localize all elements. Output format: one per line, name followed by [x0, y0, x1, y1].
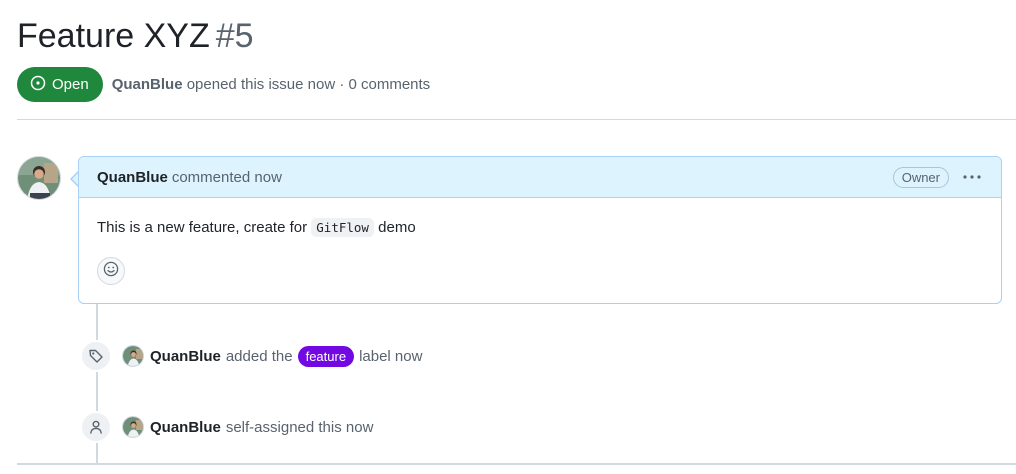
kebab-menu-icon[interactable] — [961, 169, 983, 185]
inline-code: GitFlow — [311, 218, 374, 237]
smiley-icon — [103, 261, 119, 282]
timeline-event-assigned: QuanBlue self-assigned this now — [80, 411, 373, 443]
add-reaction-button[interactable] — [97, 257, 125, 285]
event-actor-avatar[interactable] — [122, 416, 144, 438]
event-text: added the — [225, 347, 293, 365]
tag-icon — [80, 340, 112, 372]
state-label: Open — [52, 76, 89, 93]
issue-number: #5 — [215, 17, 254, 55]
issue-author-link[interactable]: QuanBlue — [112, 76, 183, 93]
comment-box: QuanBlue commented now Owner This is a n… — [78, 156, 1002, 304]
comment-action[interactable]: commented now — [172, 169, 282, 186]
author-avatar[interactable] — [17, 156, 61, 200]
footer-divider — [17, 463, 1016, 465]
issue-title: Feature XYZ #5 — [17, 14, 254, 58]
comment-body: This is a new feature, create for GitFlo… — [79, 198, 1001, 237]
issue-meta: QuanBlue opened this issue now · 0 comme… — [112, 76, 430, 93]
comment-body-suffix: demo — [378, 219, 416, 236]
header-divider — [17, 119, 1016, 120]
person-icon — [80, 411, 112, 443]
owner-badge: Owner — [892, 166, 949, 188]
comment-author-link[interactable]: QuanBlue — [97, 169, 168, 186]
event-actor-link[interactable]: QuanBlue — [150, 419, 221, 436]
comment-body-text: This is a new feature, create for — [97, 219, 308, 236]
feature-label[interactable]: feature — [297, 345, 355, 367]
issue-meta-text: opened this issue now · 0 comments — [186, 76, 431, 93]
issue-state-row: Open QuanBlue opened this issue now · 0 … — [17, 67, 430, 102]
issue-title-text: Feature XYZ — [17, 17, 210, 55]
event-text: self-assigned this now — [225, 418, 374, 436]
comment-header: QuanBlue commented now Owner — [79, 157, 1001, 198]
timeline-event-labeled: QuanBlue added the feature label now — [80, 340, 422, 372]
event-actor-avatar[interactable] — [122, 345, 144, 367]
open-state-badge: Open — [17, 67, 103, 102]
event-actor-link[interactable]: QuanBlue — [150, 348, 221, 365]
event-text-suffix[interactable]: label now — [359, 348, 422, 365]
issue-open-icon — [30, 75, 46, 95]
